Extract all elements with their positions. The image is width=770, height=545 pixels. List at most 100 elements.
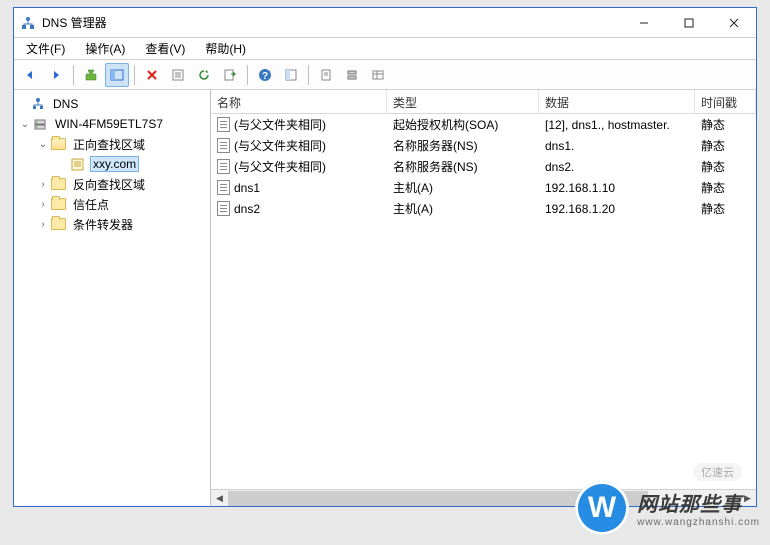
col-data[interactable]: 数据 xyxy=(539,90,695,113)
yiyun-watermark: 亿速云 xyxy=(693,463,742,481)
record-data: dns2. xyxy=(539,160,695,174)
record-timestamp: 静态 xyxy=(695,116,756,133)
record-row[interactable]: (与父文件夹相同) 名称服务器(NS)dns1.静态 xyxy=(211,135,756,156)
tree-forward-label: 正向查找区域 xyxy=(70,135,148,154)
record-type: 名称服务器(NS) xyxy=(387,158,539,175)
new-record-button[interactable] xyxy=(279,63,303,87)
record-icon xyxy=(217,138,230,153)
tree-pane[interactable]: DNS ⌄ WIN-4FM59ETL7S7 ⌄ 正向查找区域 xxy.com ›… xyxy=(14,90,211,506)
record-row[interactable]: dns1 主机(A)192.168.1.10静态 xyxy=(211,177,756,198)
folder-icon xyxy=(50,136,66,152)
record-type: 主机(A) xyxy=(387,179,539,196)
record-timestamp: 静态 xyxy=(695,158,756,175)
record-data: 192.168.1.10 xyxy=(539,181,695,195)
record-name: dns2 xyxy=(234,202,260,216)
options-button[interactable] xyxy=(366,63,390,87)
svg-text:?: ? xyxy=(262,71,268,82)
delete-button[interactable] xyxy=(140,63,164,87)
record-type: 名称服务器(NS) xyxy=(387,137,539,154)
menu-view[interactable]: 查看(V) xyxy=(137,38,193,59)
tree-trust-label: 信任点 xyxy=(70,195,112,214)
record-name: (与父文件夹相同) xyxy=(234,116,326,133)
server-icon xyxy=(32,116,48,132)
tree-forward-zones[interactable]: ⌄ 正向查找区域 xyxy=(14,134,210,154)
collapse-icon[interactable]: ⌄ xyxy=(18,119,32,130)
tree-conditional-forwarders[interactable]: › 条件转发器 xyxy=(14,214,210,234)
record-type: 主机(A) xyxy=(387,200,539,217)
expand-icon[interactable]: › xyxy=(36,179,50,190)
app-icon xyxy=(20,15,36,31)
tree-server-label: WIN-4FM59ETL7S7 xyxy=(52,116,166,132)
export-button[interactable] xyxy=(218,63,242,87)
toolbar-separator xyxy=(308,65,309,85)
record-rows[interactable]: (与父文件夹相同) 起始授权机构(SOA)[12], dns1., hostmas… xyxy=(211,114,756,489)
horizontal-scrollbar[interactable]: ◀ ▶ xyxy=(211,489,756,506)
tree-zone-label: xxy.com xyxy=(90,156,139,172)
record-name: dns1 xyxy=(234,181,260,195)
menu-bar: 文件(F) 操作(A) 查看(V) 帮助(H) xyxy=(14,38,756,60)
record-name: (与父文件夹相同) xyxy=(234,137,326,154)
close-button[interactable] xyxy=(711,8,756,37)
tree-cond-label: 条件转发器 xyxy=(70,215,136,234)
col-type[interactable]: 类型 xyxy=(387,90,539,113)
folder-icon xyxy=(50,176,66,192)
up-button[interactable] xyxy=(79,63,103,87)
tree-reverse-zones[interactable]: › 反向查找区域 xyxy=(14,174,210,194)
scroll-thumb[interactable] xyxy=(228,491,648,506)
column-headers: 名称 类型 数据 时间戳 xyxy=(211,90,756,114)
zone-icon xyxy=(70,156,86,172)
dns-icon xyxy=(30,96,46,112)
title-bar[interactable]: DNS 管理器 xyxy=(14,8,756,38)
record-timestamp: 静态 xyxy=(695,179,756,196)
expand-icon[interactable]: › xyxy=(36,199,50,210)
minimize-button[interactable] xyxy=(621,8,666,37)
refresh-button[interactable] xyxy=(192,63,216,87)
list-pane: 名称 类型 数据 时间戳 (与父文件夹相同) 起始授权机构(SOA)[12], d… xyxy=(211,90,756,506)
record-icon xyxy=(217,180,230,195)
show-hide-tree-button[interactable] xyxy=(105,63,129,87)
server-button[interactable] xyxy=(340,63,364,87)
toolbar-separator xyxy=(247,65,248,85)
back-button[interactable] xyxy=(18,63,42,87)
expand-icon[interactable]: › xyxy=(36,219,50,230)
tree-server[interactable]: ⌄ WIN-4FM59ETL7S7 xyxy=(14,114,210,134)
scroll-right-icon[interactable]: ▶ xyxy=(739,490,756,507)
record-icon xyxy=(217,159,230,174)
tree-zone-xxy[interactable]: xxy.com xyxy=(14,154,210,174)
record-icon xyxy=(217,201,230,216)
menu-action[interactable]: 操作(A) xyxy=(77,38,133,59)
help-button[interactable]: ? xyxy=(253,63,277,87)
content-body: DNS ⌄ WIN-4FM59ETL7S7 ⌄ 正向查找区域 xxy.com ›… xyxy=(14,90,756,506)
tree-root-label: DNS xyxy=(50,96,81,112)
toolbar-separator xyxy=(73,65,74,85)
col-timestamp[interactable]: 时间戳 xyxy=(695,90,756,113)
forward-button[interactable] xyxy=(44,63,68,87)
toolbar-separator xyxy=(134,65,135,85)
col-name[interactable]: 名称 xyxy=(211,90,387,113)
filter-button[interactable] xyxy=(314,63,338,87)
dns-manager-window: DNS 管理器 文件(F) 操作(A) 查看(V) 帮助(H) ? xyxy=(13,7,757,507)
record-name: (与父文件夹相同) xyxy=(234,158,326,175)
folder-icon xyxy=(50,216,66,232)
record-row[interactable]: (与父文件夹相同) 名称服务器(NS)dns2.静态 xyxy=(211,156,756,177)
folder-icon xyxy=(50,196,66,212)
window-title: DNS 管理器 xyxy=(42,14,621,31)
record-type: 起始授权机构(SOA) xyxy=(387,116,539,133)
record-row[interactable]: (与父文件夹相同) 起始授权机构(SOA)[12], dns1., hostmas… xyxy=(211,114,756,135)
scroll-left-icon[interactable]: ◀ xyxy=(211,490,228,507)
tree-trust-points[interactable]: › 信任点 xyxy=(14,194,210,214)
collapse-icon[interactable]: ⌄ xyxy=(36,139,50,150)
toolbar: ? xyxy=(14,60,756,90)
menu-file[interactable]: 文件(F) xyxy=(18,38,73,59)
record-row[interactable]: dns2 主机(A)192.168.1.20静态 xyxy=(211,198,756,219)
record-data: dns1. xyxy=(539,139,695,153)
record-data: 192.168.1.20 xyxy=(539,202,695,216)
maximize-button[interactable] xyxy=(666,8,711,37)
record-timestamp: 静态 xyxy=(695,200,756,217)
record-icon xyxy=(217,117,230,132)
record-timestamp: 静态 xyxy=(695,137,756,154)
tree-root-dns[interactable]: DNS xyxy=(14,94,210,114)
properties-button[interactable] xyxy=(166,63,190,87)
record-data: [12], dns1., hostmaster. xyxy=(539,118,695,132)
menu-help[interactable]: 帮助(H) xyxy=(197,38,254,59)
